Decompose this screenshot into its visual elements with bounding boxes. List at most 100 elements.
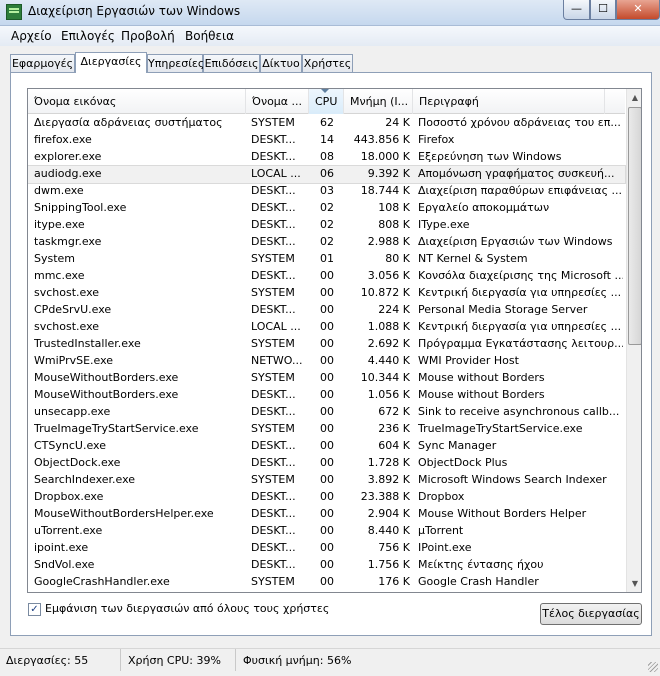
table-row[interactable]: svchost.exe LOCAL ... 00 1.088 K Κεντρική δι… (28, 319, 625, 336)
table-row[interactable]: dwm.exe DESKT... 03 18.744 K Διαχείριση παρα… (28, 183, 625, 200)
process-name-cell: itype.exe (34, 218, 85, 231)
scrollbar-thumb[interactable] (628, 107, 641, 345)
process-cpu-cell: 00 (320, 524, 334, 537)
process-cpu-cell: 62 (320, 116, 334, 129)
table-row[interactable]: System SYSTEM 01 80 K NT Kernel & System (28, 251, 625, 268)
process-user-cell: DESKT... (251, 439, 296, 452)
column-description[interactable]: Περιγραφή (413, 89, 605, 114)
tab-processes[interactable]: Διεργασίες (75, 52, 147, 73)
table-row[interactable]: SnippingTool.exe DESKT... 02 108 K Εργαλείο … (28, 200, 625, 217)
table-row[interactable]: WmiPrvSE.exe NETWO... 00 4.440 K WMI Provide… (28, 353, 625, 370)
table-row[interactable]: SndVol.exe DESKT... 00 1.756 K Μείκτης έντασ… (28, 557, 625, 574)
process-name-cell: MouseWithoutBorders.exe (34, 371, 179, 384)
show-all-users-checkbox[interactable]: ✓ (28, 603, 41, 616)
process-description-cell: IPoint.exe (418, 541, 472, 554)
vertical-scrollbar[interactable]: ▲ ▼ (626, 89, 641, 592)
end-process-button[interactable]: Τέλος διεργασίας (540, 603, 642, 625)
minimize-button[interactable]: — (563, 0, 590, 20)
process-description-cell: Μείκτης έντασης ήχου (418, 558, 544, 571)
process-description-cell: Microsoft Windows Search Indexer (418, 473, 607, 486)
process-user-cell: SYSTEM (251, 286, 295, 299)
column-cpu[interactable]: CPU (309, 89, 344, 114)
process-user-cell: SYSTEM (251, 116, 295, 129)
process-memory-cell: 18.744 K (360, 184, 410, 197)
process-name-cell: audiodg.exe (34, 167, 102, 180)
process-list[interactable]: Όνομα εικόνας Όνομα ... CPU Μνήμη (Ι... … (27, 88, 642, 593)
tab-applications[interactable]: Εφαρμογές (10, 54, 75, 73)
process-name-cell: uTorrent.exe (34, 524, 103, 537)
process-description-cell: NT Kernel & System (418, 252, 528, 265)
process-cpu-cell: 00 (320, 422, 334, 435)
process-cpu-cell: 01 (320, 252, 334, 265)
tab-users[interactable]: Χρήστες (302, 54, 353, 73)
table-row[interactable]: CTSyncU.exe DESKT... 00 604 K Sync Manager (28, 438, 625, 455)
table-row[interactable]: audiodg.exe LOCAL ... 06 9.392 K Απομόνωση γ… (28, 165, 626, 184)
process-description-cell: Mouse without Borders (418, 371, 545, 384)
table-row[interactable]: GoogleCrashHandler.exe SYSTEM 00 176 K Googl… (28, 574, 625, 591)
table-row[interactable]: MouseWithoutBorders.exe DESKT... 00 1.056 K… (28, 387, 625, 404)
process-name-cell: MouseWithoutBordersHelper.exe (34, 507, 214, 520)
process-memory-cell: 604 K (378, 439, 410, 452)
table-row[interactable]: mmc.exe DESKT... 00 3.056 K Κονσόλα διαχείρι… (28, 268, 625, 285)
process-memory-cell: 176 K (378, 575, 410, 588)
process-user-cell: DESKT... (251, 235, 296, 248)
table-row[interactable]: MouseWithoutBorders.exe SYSTEM 00 10.344 K M… (28, 370, 625, 387)
table-row[interactable]: unsecapp.exe DESKT... 00 672 K Sink to recei… (28, 404, 625, 421)
menu-view[interactable]: Προβολή (121, 29, 175, 43)
table-row[interactable]: SearchIndexer.exe SYSTEM 00 3.892 K Microsof… (28, 472, 625, 489)
process-description-cell: Firefox (418, 133, 455, 146)
process-user-cell: DESKT... (251, 524, 296, 537)
process-description-cell: ObjectDock Plus (418, 456, 508, 469)
column-image-name[interactable]: Όνομα εικόνας (28, 89, 246, 114)
process-name-cell: CPdeSrvU.exe (34, 303, 112, 316)
process-description-cell: Dropbox (418, 490, 465, 503)
table-row[interactable]: MouseWithoutBordersHelper.exe DESKT... 00 2… (28, 506, 625, 523)
maximize-button[interactable]: ☐ (590, 0, 616, 20)
table-row[interactable]: firefox.exe DESKT... 14 443.856 K Firefox (28, 132, 625, 149)
process-cpu-cell: 00 (320, 473, 334, 486)
process-cpu-cell: 00 (320, 269, 334, 282)
scroll-up-arrow-icon[interactable]: ▲ (627, 89, 641, 106)
column-memory[interactable]: Μνήμη (Ι... (344, 89, 413, 114)
tab-services[interactable]: Υπηρεσίες (147, 54, 204, 73)
table-row[interactable]: TrueImageTryStartService.exe SYSTEM 00 236 … (28, 421, 625, 438)
process-description-cell: Google Crash Handler (418, 575, 539, 588)
process-memory-cell: 24 K (385, 116, 410, 129)
table-row[interactable]: svchost.exe SYSTEM 00 10.872 K Κεντρική διερ… (28, 285, 625, 302)
table-row[interactable]: taskmgr.exe DESKT... 02 2.988 K Διαχείριση Ε… (28, 234, 625, 251)
tab-networking[interactable]: Δίκτυο (260, 54, 302, 73)
menu-help[interactable]: Βοήθεια (185, 29, 234, 43)
table-row[interactable]: Διεργασία αδράνειας συστήματος SYSTEM 62 24… (28, 115, 625, 132)
process-description-cell: Διαχείριση Εργασιών των Windows (418, 235, 613, 248)
scroll-down-arrow-icon[interactable]: ▼ (627, 575, 641, 592)
menu-options[interactable]: Επιλογές (61, 29, 115, 43)
process-user-cell: DESKT... (251, 541, 296, 554)
column-user-name[interactable]: Όνομα ... (246, 89, 309, 114)
table-row[interactable]: CPdeSrvU.exe DESKT... 00 224 K Personal Medi… (28, 302, 625, 319)
process-name-cell: ipoint.exe (34, 541, 89, 554)
process-user-cell: DESKT... (251, 405, 296, 418)
show-all-users-label: Εμφάνιση των διεργασιών από όλους τους χ… (45, 602, 330, 615)
table-row[interactable]: ipoint.exe DESKT... 00 756 K IPoint.exe (28, 540, 625, 557)
resize-grip-icon[interactable] (648, 662, 658, 672)
title-bar: Διαχείριση Εργασιών των Windows — ☐ ✕ (0, 0, 660, 26)
table-row[interactable]: explorer.exe DESKT... 08 18.000 K Εξερεύνηση… (28, 149, 625, 166)
process-user-cell: DESKT... (251, 558, 296, 571)
table-row[interactable]: TrustedInstaller.exe SYSTEM 00 2.692 K Πρόγρ… (28, 336, 625, 353)
process-name-cell: MouseWithoutBorders.exe (34, 388, 179, 401)
process-cpu-cell: 00 (320, 371, 334, 384)
table-row[interactable]: uTorrent.exe DESKT... 00 8.440 K µTorrent (28, 523, 625, 540)
process-user-cell: DESKT... (251, 303, 296, 316)
process-user-cell: DESKT... (251, 218, 296, 231)
process-memory-cell: 672 K (378, 405, 410, 418)
process-description-cell: Personal Media Storage Server (418, 303, 588, 316)
close-button[interactable]: ✕ (616, 0, 660, 20)
process-description-cell: Κεντρική διεργασία για υπηρεσίες ... (418, 286, 622, 299)
tab-performance[interactable]: Επιδόσεις (203, 54, 260, 73)
menu-bar: Αρχείο Επιλογές Προβολή Βοήθεια (0, 26, 660, 46)
table-row[interactable]: itype.exe DESKT... 02 808 K IType.exe (28, 217, 625, 234)
table-row[interactable]: ObjectDock.exe DESKT... 00 1.728 K ObjectDoc… (28, 455, 625, 472)
table-row[interactable]: Dropbox.exe DESKT... 00 23.388 K Dropbox (28, 489, 625, 506)
process-name-cell: svchost.exe (34, 320, 100, 333)
menu-file[interactable]: Αρχείο (11, 29, 52, 43)
